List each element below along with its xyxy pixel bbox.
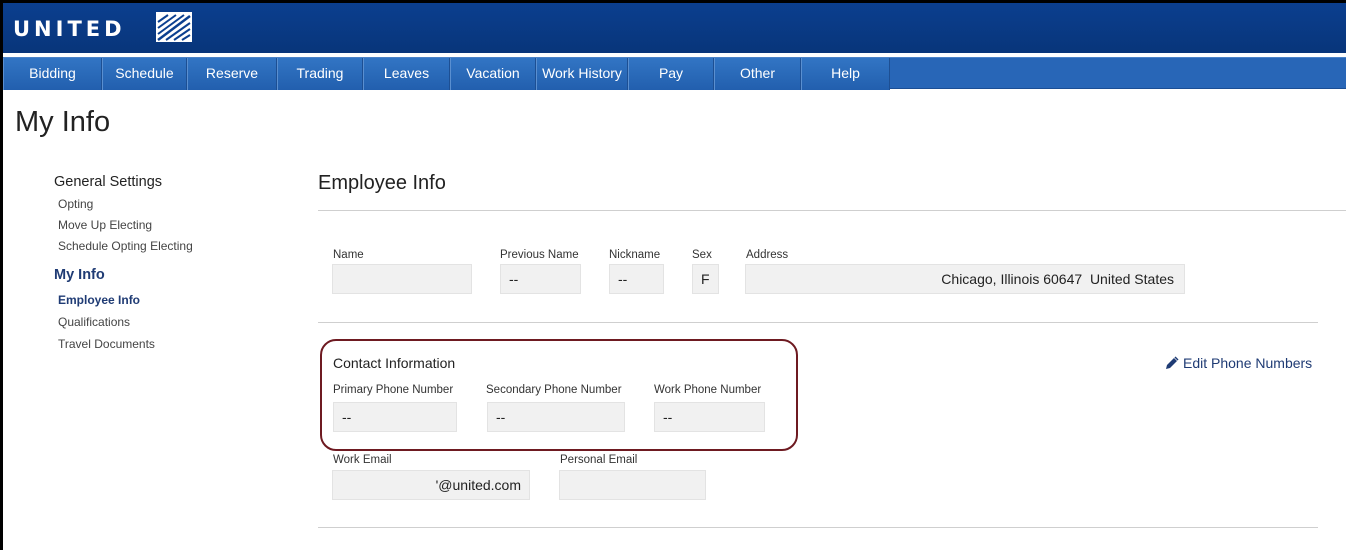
main-nav-bar: Bidding Schedule Reserve Trading Leaves … [3, 57, 1346, 90]
section-title-employee-info: Employee Info [318, 172, 446, 194]
divider [318, 210, 1346, 211]
sidebar-heading-my-info[interactable]: My Info [54, 267, 284, 283]
nav-vacation[interactable]: Vacation [450, 58, 536, 90]
nav-other[interactable]: Other [714, 58, 801, 90]
work-phone-field: -- [654, 402, 765, 432]
nav-leaves[interactable]: Leaves [363, 58, 450, 90]
address-label: Address [746, 249, 789, 261]
work-phone-label: Work Phone Number [654, 384, 762, 396]
divider [318, 527, 1318, 528]
settings-sidebar: General Settings Opting Move Up Electing… [54, 174, 284, 355]
sidebar-item-move-up-electing[interactable]: Move Up Electing [54, 215, 284, 236]
address-field: Chicago, Illinois 60647 United States [745, 264, 1185, 294]
nav-work-history[interactable]: Work History [536, 58, 628, 90]
top-banner: UNITED [3, 3, 1346, 53]
edit-phone-numbers-link[interactable]: Edit Phone Numbers [1165, 355, 1312, 371]
work-email-field: '@united.com [332, 470, 530, 500]
secondary-phone-field: -- [487, 402, 625, 432]
nav-reserve[interactable]: Reserve [187, 58, 277, 90]
nav-schedule[interactable]: Schedule [102, 58, 187, 90]
nickname-field: -- [609, 264, 664, 294]
nickname-label: Nickname [609, 249, 661, 261]
main-nav-strip: Bidding Schedule Reserve Trading Leaves … [3, 58, 890, 90]
nav-pay[interactable]: Pay [628, 58, 714, 90]
secondary-phone-label: Secondary Phone Number [486, 384, 622, 396]
name-label: Name [333, 249, 364, 261]
personal-email-label: Personal Email [560, 454, 638, 466]
united-logo[interactable]: UNITED [13, 17, 126, 41]
nav-help[interactable]: Help [801, 58, 890, 90]
nav-bidding[interactable]: Bidding [3, 58, 102, 90]
name-field [332, 264, 472, 294]
work-email-label: Work Email [333, 454, 392, 466]
contact-info-title: Contact Information [333, 355, 456, 371]
edit-phone-numbers-label: Edit Phone Numbers [1183, 355, 1313, 371]
page-title: My Info [15, 106, 111, 138]
sidebar-heading-general-settings: General Settings [54, 174, 163, 190]
sidebar-item-employee-info[interactable]: Employee Info [54, 289, 284, 311]
sidebar-item-travel-documents[interactable]: Travel Documents [54, 333, 284, 355]
sex-field: F [692, 264, 719, 294]
globe-logo-icon [156, 12, 192, 42]
sidebar-item-opting[interactable]: Opting [54, 194, 284, 215]
previous-name-label: Previous Name [500, 249, 579, 261]
sex-label: Sex [692, 249, 712, 261]
primary-phone-field: -- [333, 402, 457, 432]
nav-trading[interactable]: Trading [277, 58, 363, 90]
previous-name-field: -- [500, 264, 581, 294]
sidebar-item-schedule-opting-electing[interactable]: Schedule Opting Electing [54, 236, 284, 257]
personal-email-field [559, 470, 706, 500]
sidebar-item-qualifications[interactable]: Qualifications [54, 311, 284, 333]
pencil-icon [1166, 356, 1179, 369]
primary-phone-label: Primary Phone Number [333, 384, 454, 396]
divider [318, 322, 1318, 323]
